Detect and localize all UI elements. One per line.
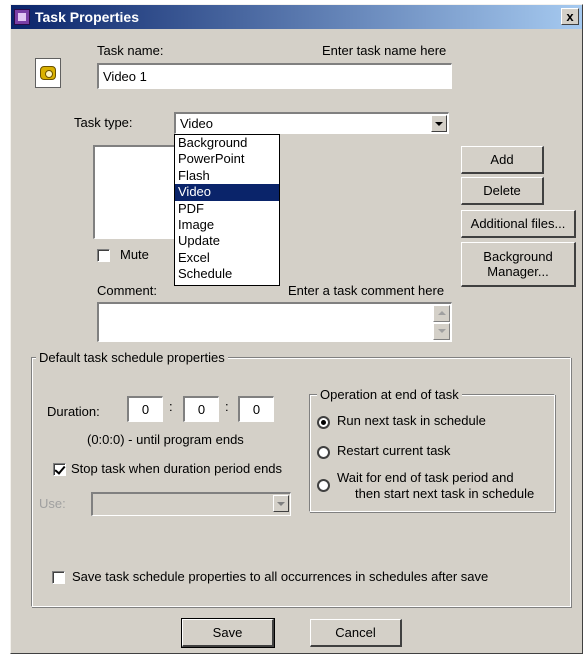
additional-files-button[interactable]: Additional files... (461, 210, 576, 238)
list-item[interactable]: PowerPoint (175, 151, 279, 167)
save-all-checkbox[interactable] (52, 571, 65, 584)
task-type-selected: Video (180, 116, 214, 131)
duration-separator: : (225, 399, 229, 414)
comment-hint: Enter a task comment here (288, 283, 445, 298)
background-manager-button[interactable]: Background Manager... (461, 242, 576, 287)
comment-label: Comment: (97, 283, 157, 298)
duration-separator: : (169, 399, 173, 414)
chevron-down-icon[interactable] (431, 115, 447, 132)
list-item[interactable]: Flash (175, 168, 279, 184)
stop-task-label: Stop task when duration period ends (71, 461, 283, 476)
schedule-group-legend: Default task schedule properties (36, 350, 228, 365)
duration-minutes-input[interactable]: 0 (185, 398, 218, 419)
scroll-down-icon[interactable] (433, 323, 450, 340)
list-item[interactable]: Excel (175, 250, 279, 266)
list-item[interactable]: Video (175, 184, 279, 201)
title-bar[interactable]: Task Properties x (11, 5, 582, 29)
stop-task-checkbox[interactable] (53, 463, 66, 476)
radio-run-next[interactable] (317, 416, 330, 429)
task-name-hint: Enter task name here (322, 43, 447, 58)
mute-label: Mute (120, 247, 149, 262)
duration-minutes-field[interactable]: 0 (183, 396, 219, 422)
list-item[interactable]: PDF (175, 201, 279, 217)
background-manager-line2: Manager... (487, 264, 549, 279)
list-item[interactable]: Schedule (175, 266, 279, 282)
mute-checkbox[interactable] (97, 249, 110, 262)
cancel-button[interactable]: Cancel (310, 619, 402, 647)
task-type-label: Task type: (74, 115, 133, 130)
end-operation-legend: Operation at end of task (317, 387, 462, 402)
task-type-list[interactable]: Background PowerPoint Flash Video PDF Im… (174, 134, 280, 286)
add-button[interactable]: Add (461, 146, 544, 174)
task-properties-dialog: Task Properties x Task name: Enter task … (10, 4, 583, 654)
chevron-down-icon (273, 495, 289, 512)
radio-wait-end-period-line2: then start next task in schedule (355, 486, 535, 501)
list-item[interactable]: Image (175, 217, 279, 233)
background-manager-line1: Background (483, 249, 553, 264)
use-label: Use: (39, 496, 66, 511)
duration-hours-field[interactable]: 0 (127, 396, 163, 422)
use-dropdown (91, 492, 291, 516)
radio-run-next-label: Run next task in schedule (337, 413, 486, 428)
window-title: Task Properties (35, 9, 140, 25)
comment-input[interactable] (99, 304, 451, 308)
radio-restart-current-label: Restart current task (337, 443, 451, 458)
duration-note: (0:0:0) - until program ends (87, 432, 244, 447)
task-name-field-frame: Video 1 (97, 63, 452, 89)
use-selected (93, 494, 290, 498)
duration-seconds-field[interactable]: 0 (238, 396, 274, 422)
duration-hours-input[interactable]: 0 (129, 398, 162, 419)
radio-restart-current[interactable] (317, 446, 330, 459)
comment-field[interactable] (97, 302, 452, 342)
scroll-up-icon[interactable] (433, 305, 450, 322)
task-type-dropdown[interactable]: Video (174, 112, 449, 134)
duration-seconds-input[interactable]: 0 (240, 398, 273, 419)
save-button[interactable]: Save (181, 618, 275, 648)
list-item[interactable]: Background (175, 135, 279, 151)
radio-wait-end-period-line1: Wait for end of task period and (337, 470, 514, 485)
list-item[interactable]: Update (175, 233, 279, 249)
save-all-label: Save task schedule properties to all occ… (72, 569, 489, 584)
duration-label: Duration: (47, 404, 100, 419)
close-button[interactable]: x (561, 8, 579, 25)
radio-wait-end-period[interactable] (317, 479, 330, 492)
task-name-label: Task name: (97, 43, 164, 58)
delete-button[interactable]: Delete (461, 177, 544, 205)
gear-icon (35, 58, 61, 88)
task-name-input[interactable]: Video 1 (99, 65, 451, 86)
app-icon (14, 9, 30, 25)
